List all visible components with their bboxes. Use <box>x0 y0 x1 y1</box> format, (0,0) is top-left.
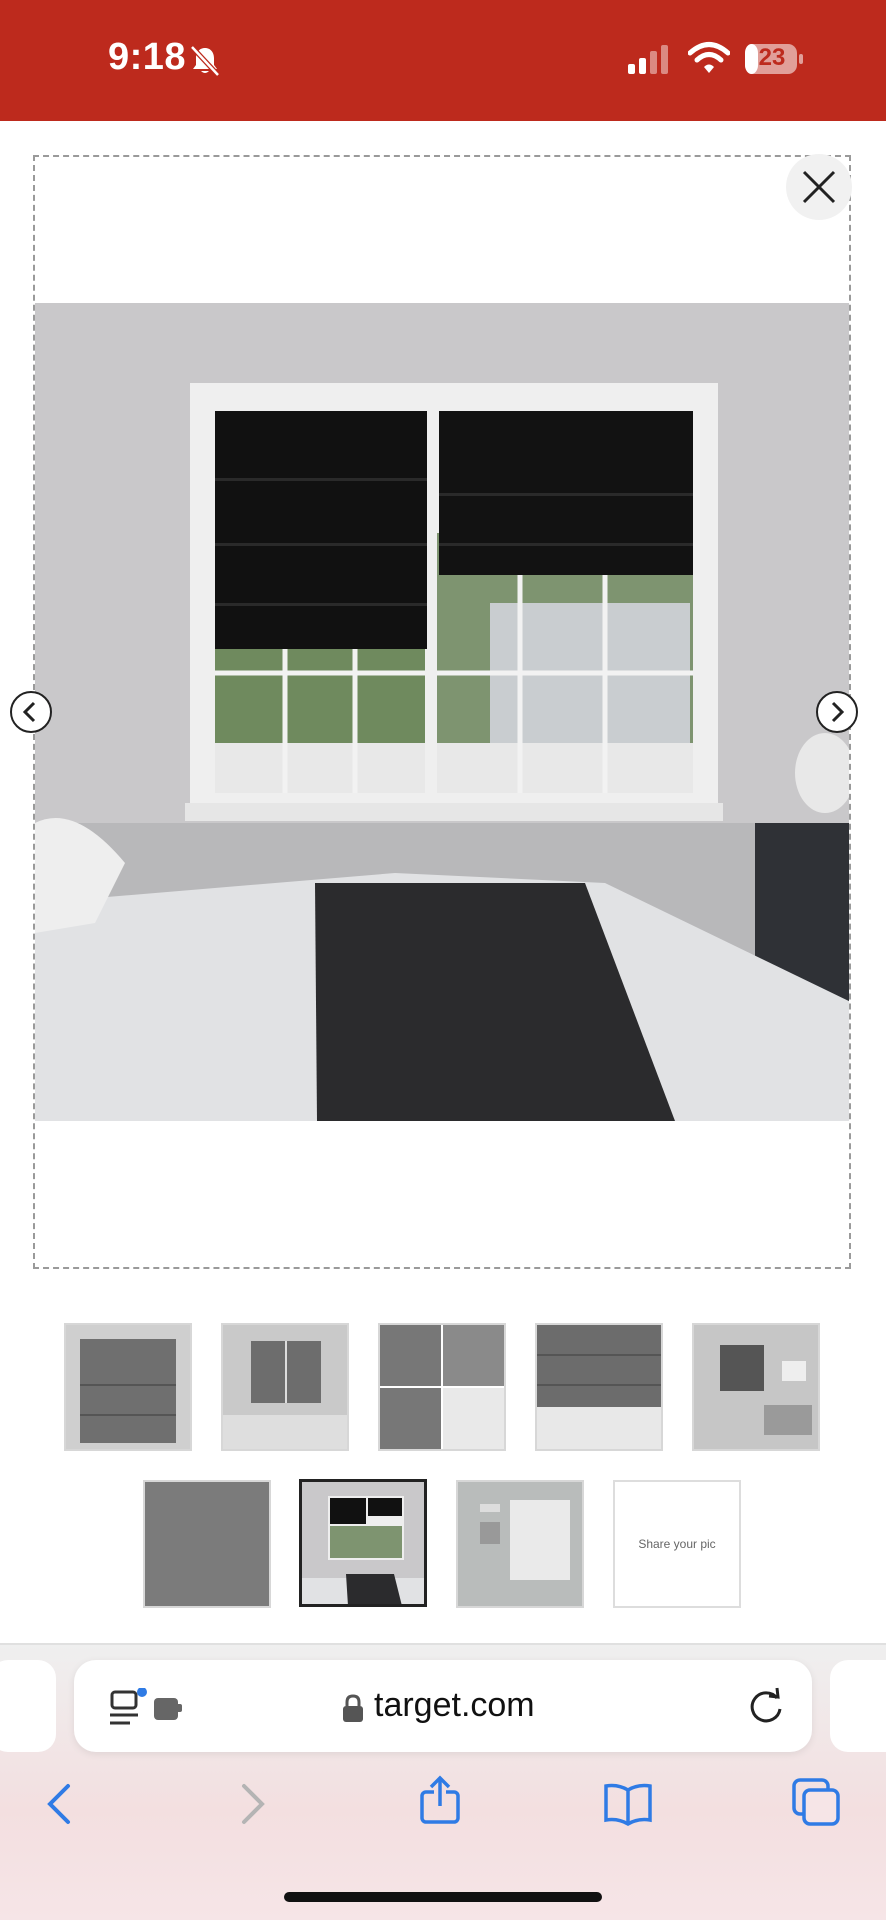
cellular-signal-icon <box>628 45 668 74</box>
thumbnail-6[interactable] <box>143 1480 271 1608</box>
home-indicator <box>284 1892 602 1902</box>
battery-level: 23 <box>758 44 786 71</box>
thumbnail-image <box>302 1482 424 1604</box>
chevron-right-icon <box>831 701 845 723</box>
share-icon[interactable] <box>414 1774 466 1826</box>
lock-icon <box>343 1694 363 1722</box>
thumbnail-image <box>694 1325 818 1449</box>
bell-muted-icon <box>190 45 220 77</box>
thumbnail-3[interactable] <box>378 1323 506 1451</box>
status-time: 9:18 <box>108 36 187 78</box>
thumbnail-8[interactable] <box>456 1480 584 1608</box>
chevron-left-icon <box>22 701 36 723</box>
bookmarks-icon[interactable] <box>602 1778 654 1830</box>
thumbnail-image <box>537 1325 661 1449</box>
previous-image-button[interactable] <box>10 691 52 733</box>
previous-tab-preview[interactable] <box>0 1660 56 1752</box>
thumbnail-image <box>380 1325 504 1449</box>
status-bar: 9:18 23 <box>0 0 886 121</box>
product-photo-bedroom-roman-shades <box>35 303 849 1121</box>
close-icon <box>802 170 836 204</box>
thumbnail-2[interactable] <box>221 1323 349 1451</box>
thumbnail-1[interactable] <box>64 1323 192 1451</box>
close-button[interactable] <box>786 154 852 220</box>
thumbnail-image <box>458 1482 582 1606</box>
back-icon[interactable] <box>34 1778 86 1830</box>
next-tab-preview[interactable] <box>830 1660 886 1752</box>
thumbnail-5[interactable] <box>692 1323 820 1451</box>
wifi-icon <box>688 42 730 73</box>
thumbnail-image <box>223 1325 347 1449</box>
share-your-pic-button[interactable]: Share your pic <box>613 1480 741 1608</box>
url-text[interactable]: target.com <box>374 1686 535 1725</box>
image-viewer <box>33 155 851 1269</box>
thumbnail-7-selected[interactable] <box>299 1479 427 1607</box>
reload-icon[interactable] <box>744 1684 788 1728</box>
next-image-button[interactable] <box>816 691 858 733</box>
thumbnail-image <box>145 1482 269 1606</box>
page-menu-icon[interactable] <box>108 1688 188 1728</box>
forward-icon[interactable] <box>226 1778 278 1830</box>
thumbnail-image <box>66 1325 190 1449</box>
share-your-pic-label: Share your pic <box>638 1537 716 1551</box>
tabs-icon[interactable] <box>790 1776 842 1828</box>
thumbnail-4[interactable] <box>535 1323 663 1451</box>
